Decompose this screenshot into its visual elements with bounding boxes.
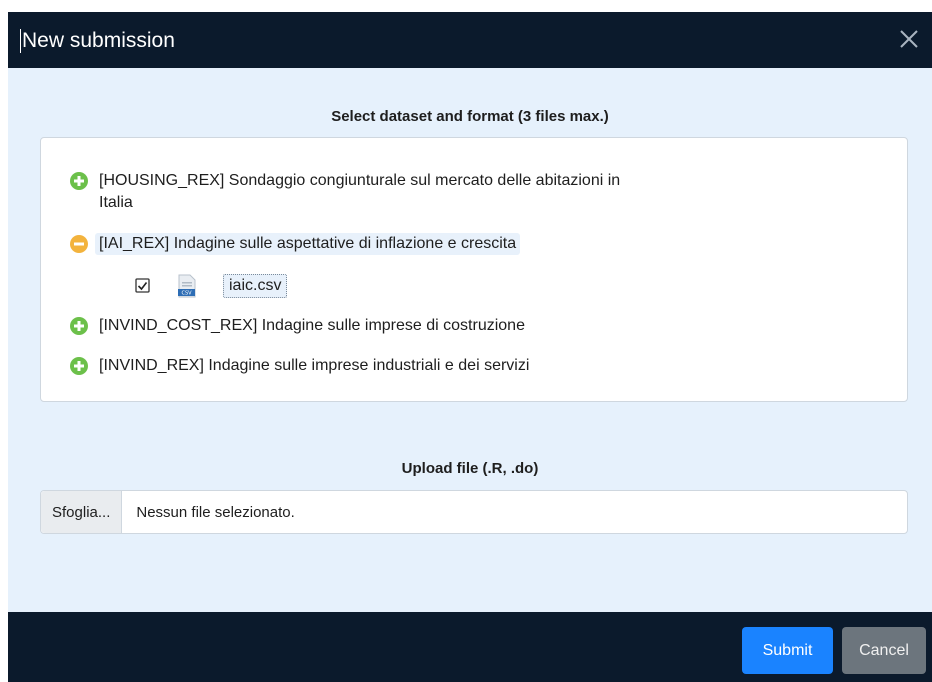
new-submission-modal: New submission Select dataset and format… <box>8 12 932 682</box>
svg-text:CSV: CSV <box>181 291 192 297</box>
csv-file-icon: CSV <box>177 274 197 298</box>
submit-button[interactable]: Submit <box>742 627 833 674</box>
tree-item-invind-cost-rex[interactable]: [INVIND_COST_REX] Indagine sulle imprese… <box>69 315 529 337</box>
dataset-tree: [HOUSING_REX] Sondaggio congiunturale su… <box>40 137 908 402</box>
close-icon[interactable] <box>896 26 922 52</box>
file-status-text: Nessun file selezionato. <box>136 503 295 521</box>
file-name[interactable]: iaic.csv <box>223 274 288 298</box>
tree-item-label[interactable]: [INVIND_COST_REX] Indagine sulle imprese… <box>95 315 529 337</box>
tree-item-housing-rex[interactable]: [HOUSING_REX] Sondaggio congiunturale su… <box>69 170 624 214</box>
upload-section-title: Upload file (.R, .do) <box>401 460 539 477</box>
dataset-section-title: Select dataset and format (3 files max.) <box>331 108 609 125</box>
tree-item-label[interactable]: [IAI_REX] Indagine sulle aspettative di … <box>95 233 521 255</box>
tree-item-iai-rex[interactable]: [IAI_REX] Indagine sulle aspettative di … <box>69 233 521 255</box>
plus-circle-icon[interactable] <box>69 171 89 191</box>
modal-footer: Submit Cancel <box>8 612 932 682</box>
tree-item-label[interactable]: [HOUSING_REX] Sondaggio congiunturale su… <box>95 170 624 214</box>
modal-title: New submission <box>20 29 175 53</box>
file-checkbox[interactable] <box>135 278 151 294</box>
upload-file-input[interactable]: Sfoglia... Nessun file selezionato. <box>40 490 908 534</box>
plus-circle-icon[interactable] <box>69 356 89 376</box>
browse-button[interactable]: Sfoglia... <box>41 491 123 533</box>
cancel-button[interactable]: Cancel <box>842 627 926 674</box>
minus-circle-icon[interactable] <box>69 234 89 254</box>
plus-circle-icon[interactable] <box>69 316 89 336</box>
tree-item-invind-rex[interactable]: [INVIND_REX] Indagine sulle imprese indu… <box>69 355 533 377</box>
tree-item-label[interactable]: [INVIND_REX] Indagine sulle imprese indu… <box>95 355 533 377</box>
modal-header: New submission <box>8 12 932 68</box>
file-item-iaic: CSV iaic.csv <box>135 274 288 298</box>
